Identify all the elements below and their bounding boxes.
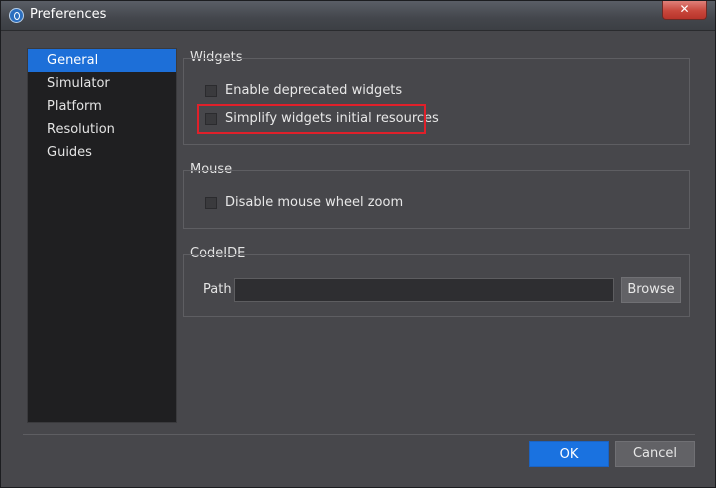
enable-deprecated-widgets-label: Enable deprecated widgets — [225, 83, 403, 98]
ok-button[interactable]: OK — [529, 441, 609, 467]
close-button[interactable]: ✕ — [662, 1, 707, 20]
browse-button[interactable]: Browse — [621, 277, 681, 303]
codeide-path-input[interactable] — [234, 278, 614, 302]
app-icon — [9, 8, 24, 23]
nav-item-general[interactable]: General — [28, 49, 176, 72]
title-bar[interactable]: Preferences ✕ — [1, 1, 715, 31]
close-icon: ✕ — [679, 2, 690, 16]
nav-item-guides[interactable]: Guides — [28, 141, 176, 164]
disable-mouse-wheel-zoom-label: Disable mouse wheel zoom — [225, 195, 404, 210]
enable-deprecated-widgets-option[interactable]: Enable deprecated widgets — [205, 81, 402, 101]
path-label: Path — [203, 282, 232, 297]
footer-divider — [23, 434, 695, 435]
nav-item-platform[interactable]: Platform — [28, 95, 176, 118]
enable-deprecated-widgets-checkbox[interactable] — [205, 85, 217, 97]
window-title: Preferences — [30, 7, 107, 22]
preferences-nav: General Simulator Platform Resolution Gu… — [27, 48, 177, 423]
cancel-button[interactable]: Cancel — [615, 441, 695, 467]
disable-mouse-wheel-zoom-option[interactable]: Disable mouse wheel zoom — [205, 193, 403, 213]
preferences-dialog: Preferences ✕ General Simulator Platform… — [0, 0, 716, 488]
highlight-box — [197, 104, 426, 134]
nav-item-resolution[interactable]: Resolution — [28, 118, 176, 141]
nav-item-simulator[interactable]: Simulator — [28, 72, 176, 95]
disable-mouse-wheel-zoom-checkbox[interactable] — [205, 197, 217, 209]
